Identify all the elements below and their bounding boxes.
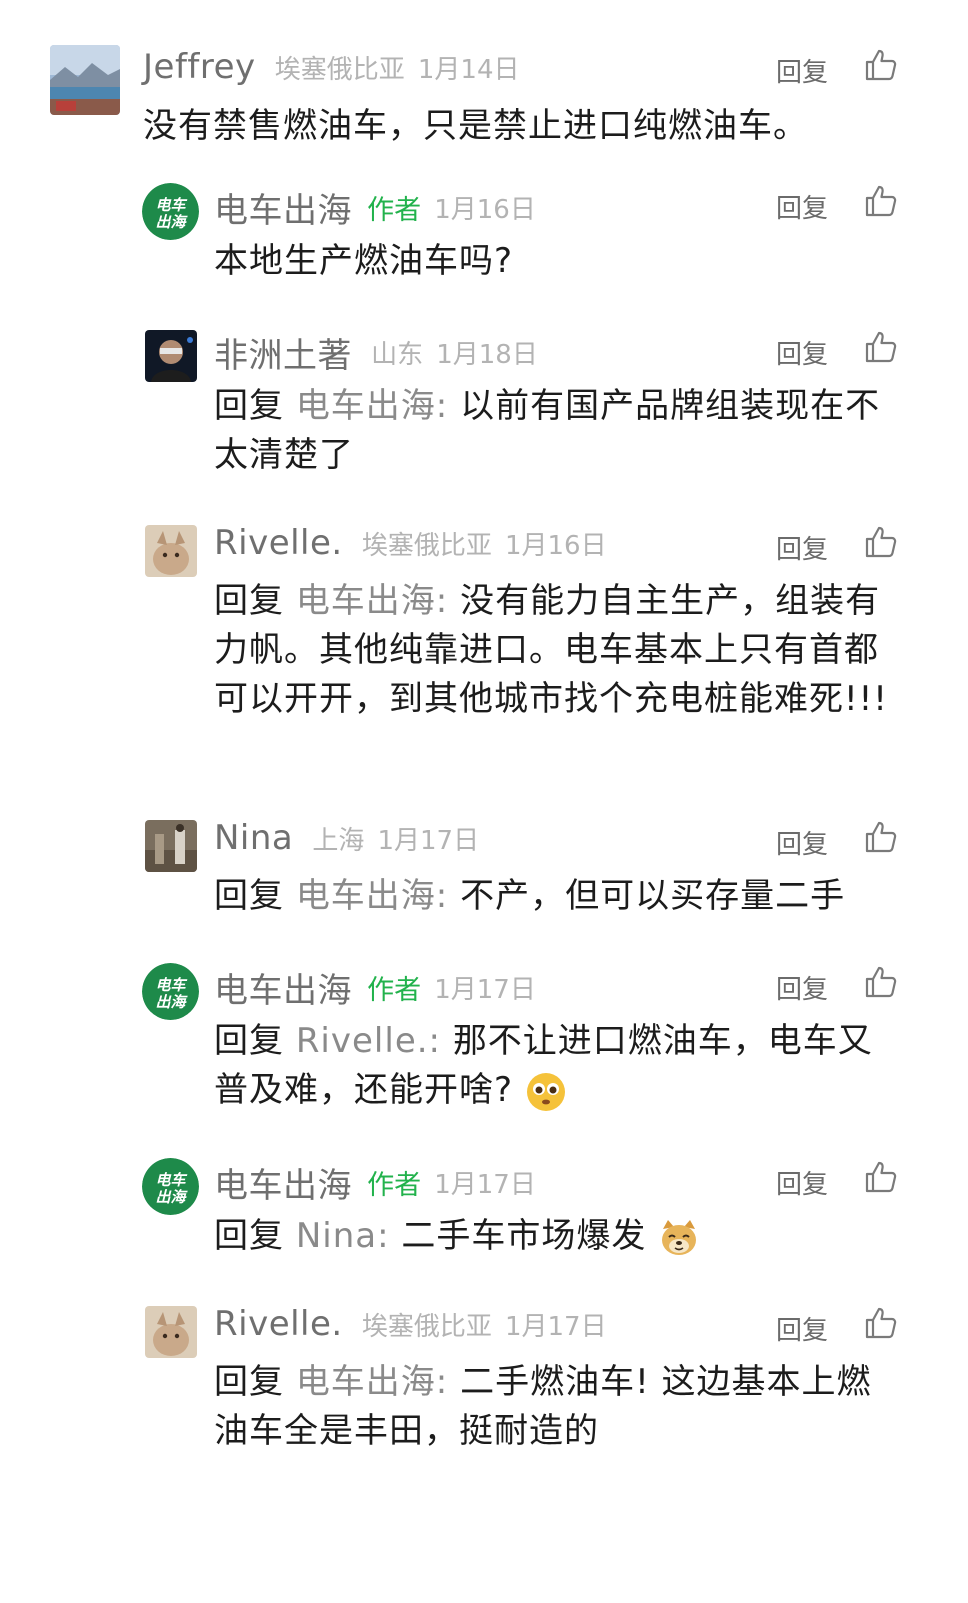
date-label: 1月18日 (436, 340, 538, 370)
date-label: 1月17日 (504, 1311, 607, 1342)
reply-target[interactable]: 电车出海: (296, 386, 448, 426)
reply-prefix: 回复 (214, 1216, 284, 1256)
svg-text:出海: 出海 (155, 213, 188, 231)
comment-header: Nina 上海 1月17日 (214, 818, 479, 858)
reply-prefix: 回复 (214, 386, 284, 426)
location-label: 山东 (371, 340, 424, 370)
reply-button[interactable]: 回复 (776, 1164, 828, 1201)
reply-button[interactable]: 回复 (776, 334, 828, 371)
reply-button[interactable]: 回复 (776, 1310, 828, 1347)
reply-button[interactable]: 回复 (776, 52, 828, 89)
reply-prefix: 回复 (214, 876, 284, 916)
date-label: 1月16日 (504, 530, 607, 561)
svg-text:出海: 出海 (155, 1188, 188, 1206)
comment-text: 回复 电车出海: 不产，但可以买存量二手 (214, 876, 846, 916)
username[interactable]: 电车出海 (214, 1166, 352, 1206)
comment-text: 回复 Nina: 二手车市场爆发 (214, 1212, 904, 1261)
username[interactable]: Nina (214, 818, 293, 858)
pleading-face-emoji (526, 1072, 565, 1111)
comment-header: 电车出海 作者 1月17日 (214, 1158, 536, 1206)
comment-text: 回复 Rivelle.: 那不让进口燃油车，电车又普及难，还能开啥? (214, 1017, 904, 1115)
username[interactable]: 电车出海 (214, 971, 352, 1011)
svg-text:电车: 电车 (155, 196, 187, 214)
reply-target[interactable]: 电车出海: (296, 581, 448, 621)
author-badge: 作者 (367, 975, 422, 1006)
avatar[interactable]: 电车 出海 (142, 963, 199, 1020)
comment-list: Jeffrey 埃塞俄比亚 1月14日 回复 没有禁售燃油车，只是禁止进口纯燃油… (0, 0, 968, 1603)
comment-header: Jeffrey 埃塞俄比亚 1月14日 (143, 47, 520, 87)
comment-header: 电车出海 作者 1月16日 (214, 183, 536, 231)
thumbs-up-icon[interactable] (864, 330, 898, 364)
svg-text:电车: 电车 (155, 976, 187, 994)
doge-emoji (662, 1219, 697, 1255)
date-label: 1月17日 (377, 825, 480, 856)
username[interactable]: Rivelle. (214, 1304, 343, 1344)
comment-header: Rivelle. 埃塞俄比亚 1月17日 (214, 1304, 607, 1344)
location-label: 埃塞俄比亚 (361, 1311, 492, 1342)
comment-header: Rivelle. 埃塞俄比亚 1月16日 (214, 523, 607, 563)
comment-text: 回复 电车出海: 没有能力自主生产，组装有力帆。其他纯靠进口。电车基本上只有首都… (214, 581, 888, 719)
reply-prefix: 回复 (214, 1021, 284, 1061)
thumbs-up-icon[interactable] (864, 184, 898, 218)
comment-text: 回复 电车出海: 二手燃油车! 这边基本上燃油车全是丰田，挺耐造的 (214, 1362, 872, 1451)
avatar[interactable] (50, 45, 120, 115)
reply-button[interactable]: 回复 (776, 824, 828, 861)
username[interactable]: Jeffrey (143, 47, 256, 87)
avatar[interactable] (145, 525, 197, 577)
username[interactable]: Rivelle. (214, 523, 343, 563)
avatar[interactable]: 电车 出海 (142, 1158, 199, 1215)
svg-text:电车: 电车 (155, 1171, 187, 1189)
thumbs-up-icon[interactable] (864, 1306, 898, 1340)
reply-prefix: 回复 (214, 581, 284, 621)
reply-target[interactable]: 电车出海: (296, 876, 448, 916)
thumbs-up-icon[interactable] (864, 820, 898, 854)
thumbs-up-icon[interactable] (864, 525, 898, 559)
location-label: 埃塞俄比亚 (361, 530, 492, 561)
reply-button[interactable]: 回复 (776, 188, 828, 225)
reply-prefix: 回复 (214, 1362, 284, 1402)
date-label: 1月14日 (417, 54, 520, 85)
comment-header: 电车出海 作者 1月17日 (214, 963, 536, 1011)
reply-button[interactable]: 回复 (776, 529, 828, 566)
author-badge: 作者 (367, 1170, 422, 1201)
location-label: 上海 (312, 825, 365, 856)
reply-target[interactable]: 电车出海: (296, 1362, 448, 1402)
avatar[interactable] (145, 330, 197, 382)
username[interactable]: 非洲土著 (214, 336, 352, 376)
avatar[interactable] (145, 820, 197, 872)
location-label: 埃塞俄比亚 (274, 54, 405, 85)
reply-target[interactable]: Rivelle.: (296, 1021, 441, 1061)
reply-target[interactable]: Nina: (296, 1216, 390, 1256)
avatar[interactable]: 电车 出海 (142, 183, 199, 240)
comment-text: 回复 电车出海: 以前有国产品牌组装现在不太清楚了 (214, 386, 881, 475)
thumbs-up-icon[interactable] (864, 1160, 898, 1194)
author-badge: 作者 (367, 195, 422, 226)
thumbs-up-icon[interactable] (864, 965, 898, 999)
date-label: 1月17日 (434, 1170, 536, 1200)
username[interactable]: 电车出海 (214, 191, 352, 231)
date-label: 1月17日 (434, 975, 536, 1005)
avatar[interactable] (145, 1306, 197, 1358)
svg-text:出海: 出海 (155, 993, 188, 1011)
comment-text: 没有禁售燃油车，只是禁止进口纯燃油车。 (143, 106, 808, 146)
comment-header: 非洲土著 山东 1月18日 (214, 328, 538, 376)
reply-button[interactable]: 回复 (776, 969, 828, 1006)
thumbs-up-icon[interactable] (864, 48, 898, 82)
comment-text: 本地生产燃油车吗? (214, 241, 514, 281)
date-label: 1月16日 (434, 195, 536, 225)
